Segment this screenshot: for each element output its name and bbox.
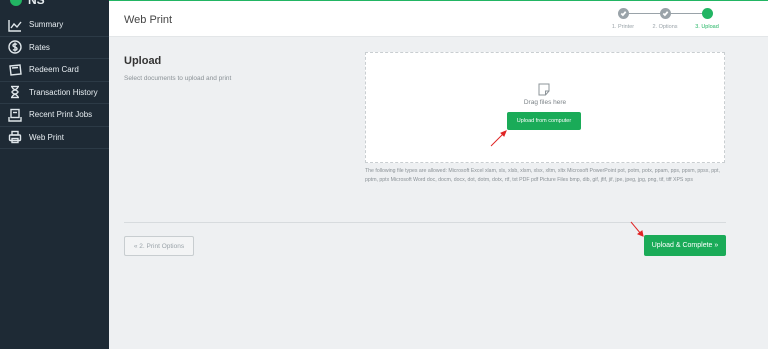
sidebar-item-label: Recent Print Jobs xyxy=(29,110,93,120)
drag-files-text: Drag files here xyxy=(523,99,567,106)
progress-stepper: 1. Printer 2. Options 3. Upload xyxy=(605,8,735,34)
step-label: 3. Upload xyxy=(695,24,719,30)
section-subtitle: Select documents to upload and print xyxy=(124,75,232,82)
checkmark-icon xyxy=(659,8,671,19)
step-upload: 3. Upload xyxy=(689,8,725,30)
sidebar-item-web-print[interactable]: Web Print xyxy=(0,127,109,149)
sidebar-item-label: Transaction History xyxy=(29,87,98,97)
page-header: Web Print 1. Printer 2. Options 3. Uploa… xyxy=(109,1,768,37)
checkmark-icon xyxy=(617,8,629,19)
logo: NS xyxy=(0,0,109,14)
step-label: 1. Printer xyxy=(611,24,635,30)
annotation-arrow-icon xyxy=(489,128,509,153)
step-label: 2. Options xyxy=(652,24,678,30)
sidebar-item-recent-print-jobs[interactable]: Recent Print Jobs xyxy=(0,104,109,127)
printer-icon xyxy=(8,130,22,144)
hourglass-icon xyxy=(8,85,22,99)
upload-complete-button[interactable]: Upload & Complete » xyxy=(644,235,726,256)
annotation-arrow-icon xyxy=(629,220,645,243)
allowed-file-types: The following file types are allowed: Mi… xyxy=(365,168,720,183)
document-icon xyxy=(538,83,550,96)
dollar-circle-icon xyxy=(8,40,22,54)
sidebar-item-label: Web Print xyxy=(29,132,64,142)
sidebar-item-summary[interactable]: Summary xyxy=(0,14,109,37)
section-title: Upload xyxy=(124,55,162,67)
file-dropzone[interactable]: Drag files here Upload from computer xyxy=(365,52,725,163)
sidebar-item-label: Rates xyxy=(29,42,50,52)
sidebar-item-transaction-history[interactable]: Transaction History xyxy=(0,82,109,104)
page-title: Web Print xyxy=(124,14,173,26)
step-printer[interactable]: 1. Printer xyxy=(605,8,641,30)
active-step-icon xyxy=(701,8,713,19)
back-print-options-button[interactable]: « 2. Print Options xyxy=(124,236,194,256)
sidebar-item-redeem-card[interactable]: Redeem Card xyxy=(0,59,109,82)
step-options[interactable]: 2. Options xyxy=(647,8,683,30)
sidebar-item-label: Summary xyxy=(29,20,64,30)
chart-line-icon xyxy=(8,18,22,32)
sidebar-item-label: Redeem Card xyxy=(29,65,79,75)
upload-from-computer-button[interactable]: Upload from computer xyxy=(507,112,581,130)
card-icon xyxy=(8,63,22,77)
print-jobs-icon xyxy=(8,108,22,122)
sidebar-nav: Summary Rates Redeem Card Transaction Hi… xyxy=(0,14,109,149)
sidebar-item-rates[interactable]: Rates xyxy=(0,37,109,59)
main-panel: Web Print 1. Printer 2. Options 3. Uploa… xyxy=(109,0,768,349)
logo-icon xyxy=(10,0,22,6)
logo-text: NS xyxy=(28,0,45,7)
sidebar: NS Summary Rates Redeem Card Transaction… xyxy=(0,0,109,349)
